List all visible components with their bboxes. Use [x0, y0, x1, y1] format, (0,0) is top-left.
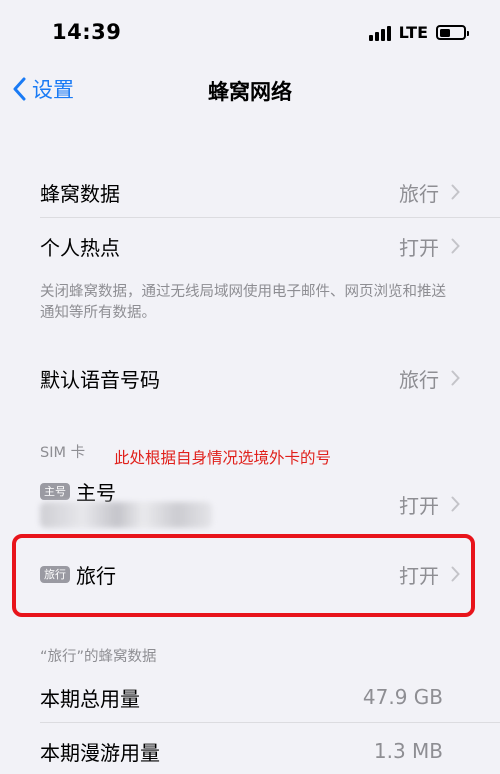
default-voice-row[interactable]: 默认语音号码 旅行	[40, 358, 500, 398]
usage-total-row: 本期总用量 47.9 GB	[40, 677, 500, 717]
red-annotation: 此处根据自身情况选境外卡的号	[114, 449, 332, 467]
sim-section-header: SIM 卡	[40, 445, 86, 461]
usage-total-value: 47.9 GB	[362, 685, 443, 709]
divider	[40, 217, 500, 218]
chevron-right-icon	[451, 370, 460, 386]
cellular-data-row[interactable]: 蜂窝数据 旅行	[40, 172, 500, 212]
usage-roaming-value: 1.3 MB	[373, 739, 443, 763]
cellular-data-label: 蜂窝数据	[40, 181, 120, 206]
hotspot-row[interactable]: 个人热点 打开	[40, 226, 500, 266]
default-voice-value: 旅行	[399, 367, 439, 392]
battery-icon	[436, 25, 469, 40]
nav-bar: 设置 蜂窝网络	[0, 62, 500, 116]
chevron-right-icon	[451, 496, 460, 512]
usage-section-header: “旅行”的蜂窝数据	[40, 649, 157, 665]
status-time: 14:39	[52, 20, 122, 44]
sim-tag-primary: 主号	[40, 482, 70, 500]
page-title: 蜂窝网络	[208, 80, 292, 104]
hotspot-label: 个人热点	[40, 235, 120, 260]
cellular-footnote: 关闭蜂窝数据，通过无线局域网使用电子邮件、网页浏览和推送通知等所有数据。	[40, 284, 446, 321]
sim-primary-status[interactable]: 打开	[340, 484, 500, 524]
redacted-number	[40, 502, 212, 528]
network-type: LTE	[398, 23, 428, 42]
hotspot-value: 打开	[399, 235, 439, 260]
status-bar: 14:39 LTE	[0, 0, 500, 62]
sim-primary-value: 打开	[399, 493, 439, 518]
usage-total-label: 本期总用量	[40, 686, 140, 711]
cellular-data-value: 旅行	[399, 181, 439, 206]
usage-roaming-row: 本期漫游用量 1.3 MB	[40, 731, 500, 771]
chevron-right-icon	[451, 238, 460, 254]
red-highlight-box	[12, 534, 475, 617]
status-indicators: LTE	[368, 23, 469, 42]
usage-roaming-label: 本期漫游用量	[40, 740, 160, 765]
chevron-right-icon	[451, 184, 460, 200]
default-voice-label: 默认语音号码	[40, 367, 160, 392]
signal-icon	[368, 25, 391, 41]
divider	[40, 722, 500, 723]
